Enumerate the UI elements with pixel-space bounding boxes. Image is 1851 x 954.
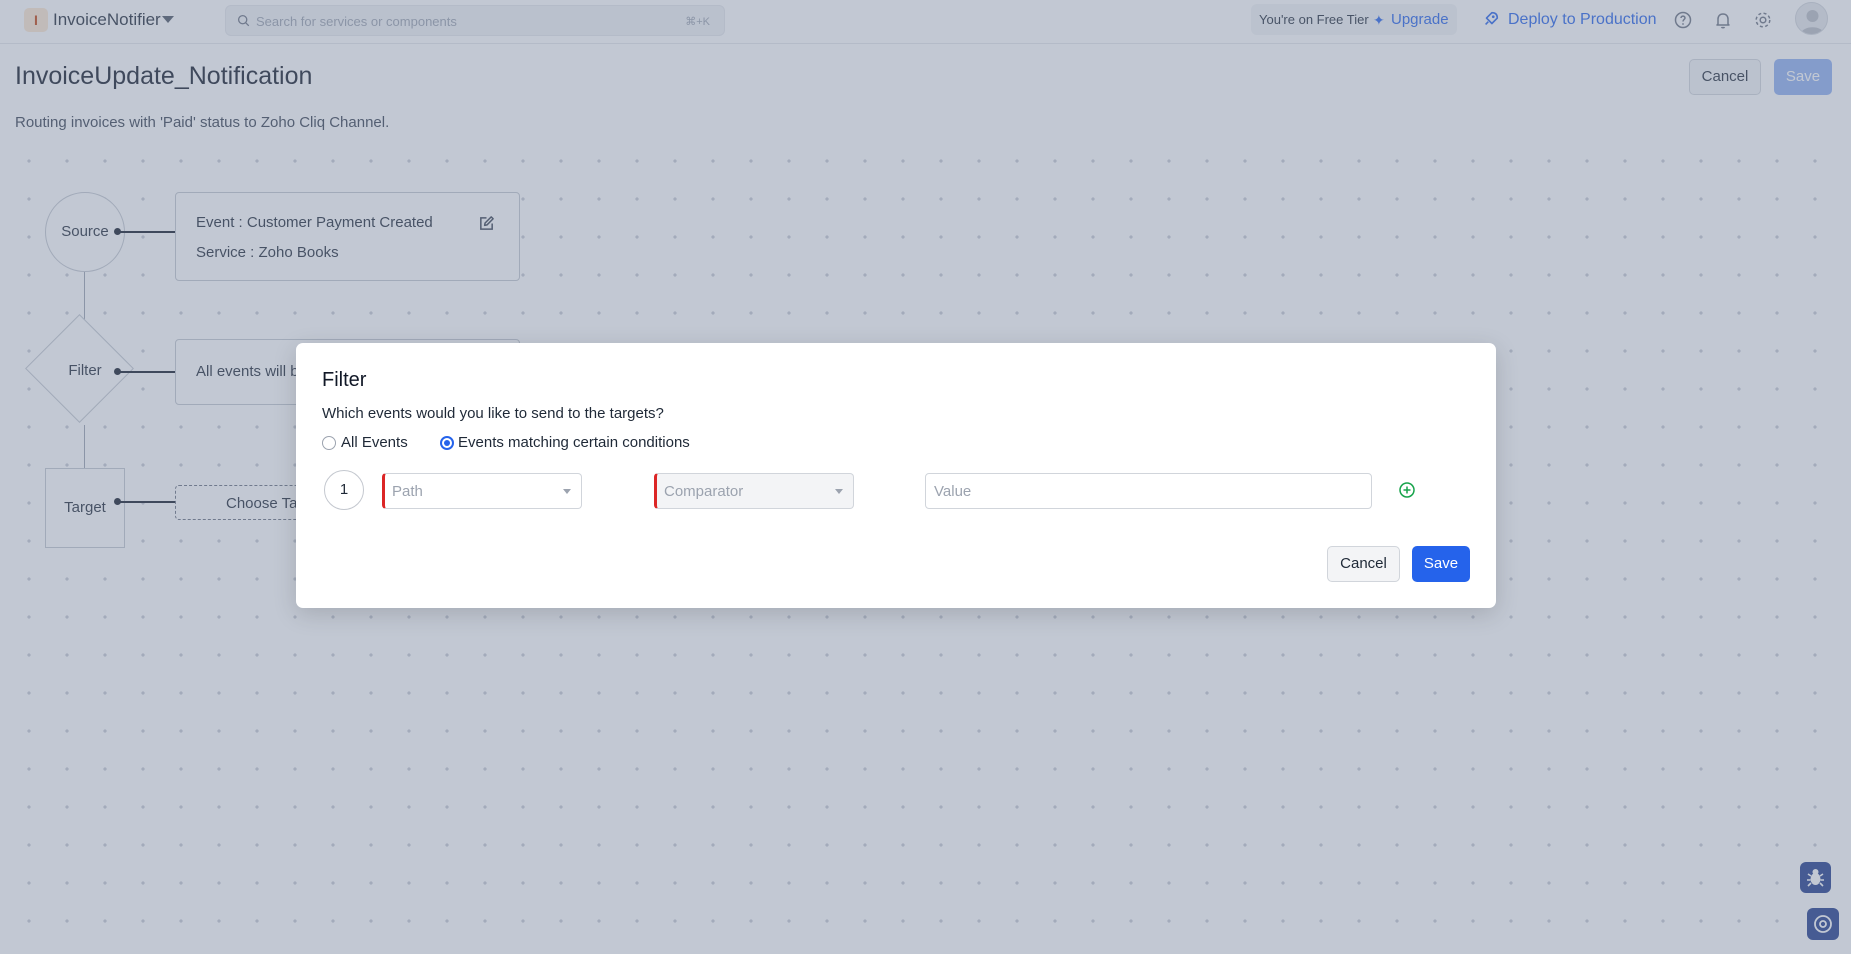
modal-save-button[interactable]: Save: [1412, 546, 1470, 582]
radio-all-events-label[interactable]: All Events: [341, 434, 408, 451]
radio-all-events[interactable]: [322, 436, 336, 450]
chevron-down-icon: [563, 489, 571, 494]
add-condition-icon[interactable]: [1398, 481, 1416, 499]
modal-cancel-button[interactable]: Cancel: [1327, 546, 1400, 582]
comparator-select[interactable]: Comparator: [654, 473, 854, 509]
value-input[interactable]: [925, 473, 1372, 509]
chevron-down-icon: [835, 489, 843, 494]
modal-question: Which events would you like to send to t…: [322, 405, 664, 422]
modal-title: Filter: [322, 369, 367, 391]
path-placeholder: Path: [392, 483, 423, 500]
comparator-placeholder: Comparator: [664, 483, 744, 500]
condition-index: 1: [324, 470, 364, 510]
radio-matching-conditions-label[interactable]: Events matching certain conditions: [458, 434, 690, 451]
radio-matching-conditions[interactable]: [440, 436, 454, 450]
path-select[interactable]: Path: [382, 473, 582, 509]
filter-modal: Filter Which events would you like to se…: [296, 343, 1496, 608]
